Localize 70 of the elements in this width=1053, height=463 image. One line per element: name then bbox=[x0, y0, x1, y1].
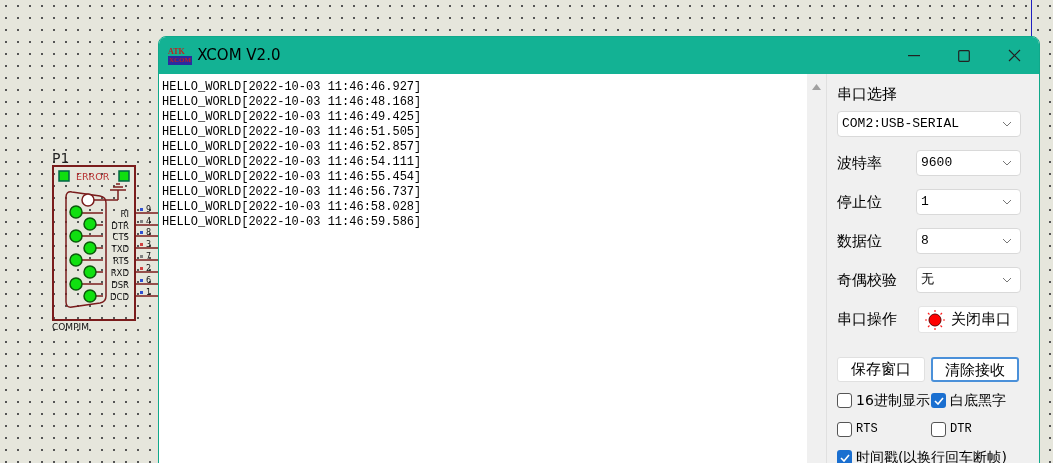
maximize-icon bbox=[958, 49, 970, 62]
pin-line bbox=[134, 283, 158, 285]
pin-number: 2 bbox=[146, 264, 152, 273]
log-line: HELLO_WORLD[2022-10-03 11:46:55.454] bbox=[162, 170, 423, 185]
pin-line bbox=[134, 295, 158, 297]
panel-button[interactable]: 保存窗口 bbox=[837, 357, 925, 382]
pin-line bbox=[134, 271, 158, 273]
pin-label: CTS bbox=[112, 231, 129, 242]
close-icon bbox=[1007, 49, 1021, 62]
scroll-up-icon bbox=[812, 84, 822, 90]
log-line: HELLO_WORLD[2022-10-03 11:46:48.168] bbox=[162, 95, 423, 110]
pin-label: RI bbox=[120, 208, 129, 219]
log-line: HELLO_WORLD[2022-10-03 11:46:56.737] bbox=[162, 185, 423, 200]
chevron-icon bbox=[1002, 199, 1012, 205]
minimize-icon bbox=[908, 54, 920, 57]
chevron-icon bbox=[1002, 277, 1012, 283]
pin-number: 3 bbox=[146, 240, 152, 249]
pin-line bbox=[134, 247, 158, 249]
log-line: HELLO_WORLD[2022-10-03 11:46:51.505] bbox=[162, 125, 423, 140]
close-port-button[interactable]: 关闭串口 bbox=[918, 306, 1018, 333]
setting-label: 数据位 bbox=[837, 230, 883, 252]
log-line: HELLO_WORLD[2022-10-03 11:46:58.028] bbox=[162, 200, 423, 215]
panel-button[interactable]: 清除接收 bbox=[931, 357, 1019, 382]
pin-line bbox=[134, 235, 158, 237]
pin-label: RTS bbox=[113, 255, 129, 266]
pin-number: 7 bbox=[146, 252, 152, 261]
error-label: ERROR bbox=[76, 171, 110, 182]
led-icon bbox=[118, 170, 130, 182]
pin-label: DSR bbox=[111, 279, 129, 290]
window-title: XCOM V2.0 bbox=[197, 45, 281, 67]
pin-label: DTR bbox=[111, 220, 129, 231]
pin-line bbox=[134, 212, 158, 214]
log-line: HELLO_WORLD[2022-10-03 11:46:52.857] bbox=[162, 140, 423, 155]
checkbox[interactable]: RTS bbox=[837, 420, 931, 438]
led-icon bbox=[58, 170, 70, 182]
pin-number: 9 bbox=[146, 205, 152, 214]
pin-line bbox=[134, 224, 158, 226]
chevron-icon bbox=[1002, 160, 1012, 166]
pin-label: RXD bbox=[110, 267, 129, 278]
checkbox[interactable]: 16进制显示 bbox=[837, 390, 931, 411]
pin-number: 4 bbox=[146, 217, 152, 226]
setting-label: 奇偶校验 bbox=[837, 269, 898, 291]
chevron-icon bbox=[1002, 238, 1012, 244]
pin-line bbox=[134, 259, 158, 261]
checkmark-icon bbox=[839, 453, 850, 462]
operation-label: 串口操作 bbox=[837, 309, 898, 331]
component-type: COMPIM bbox=[52, 322, 89, 332]
log-line: HELLO_WORLD[2022-10-03 11:46:59.586] bbox=[162, 215, 423, 230]
setting-label: 停止位 bbox=[837, 191, 883, 213]
pin-label: DCD bbox=[109, 291, 129, 302]
checkmark-icon bbox=[933, 396, 944, 405]
dropdown[interactable]: 8 bbox=[916, 228, 1021, 254]
checkbox[interactable]: DTR bbox=[931, 420, 1031, 438]
dropdown[interactable]: 无 bbox=[916, 267, 1021, 293]
pin-number: 8 bbox=[146, 228, 152, 237]
log-line: HELLO_WORLD[2022-10-03 11:46:54.111] bbox=[162, 155, 423, 170]
pin-number: 6 bbox=[146, 276, 152, 285]
component-ref: P1 bbox=[52, 150, 70, 166]
checkbox[interactable]: 白底黑字 bbox=[931, 390, 1031, 411]
setting-label: 波特率 bbox=[837, 152, 883, 174]
pin-number: 1 bbox=[146, 288, 152, 297]
dropdown[interactable]: COM2:USB-SERIAL bbox=[837, 111, 1021, 137]
port-label: 串口选择 bbox=[837, 84, 898, 105]
dropdown[interactable]: 1 bbox=[916, 189, 1021, 215]
log-line: HELLO_WORLD[2022-10-03 11:46:46.927] bbox=[162, 80, 423, 95]
log-line: HELLO_WORLD[2022-10-03 11:46:49.425] bbox=[162, 110, 423, 125]
chevron-icon bbox=[1002, 121, 1012, 127]
pin-label: TXD bbox=[111, 243, 129, 254]
receive-area[interactable] bbox=[159, 74, 808, 463]
dropdown[interactable]: 9600 bbox=[916, 150, 1021, 176]
